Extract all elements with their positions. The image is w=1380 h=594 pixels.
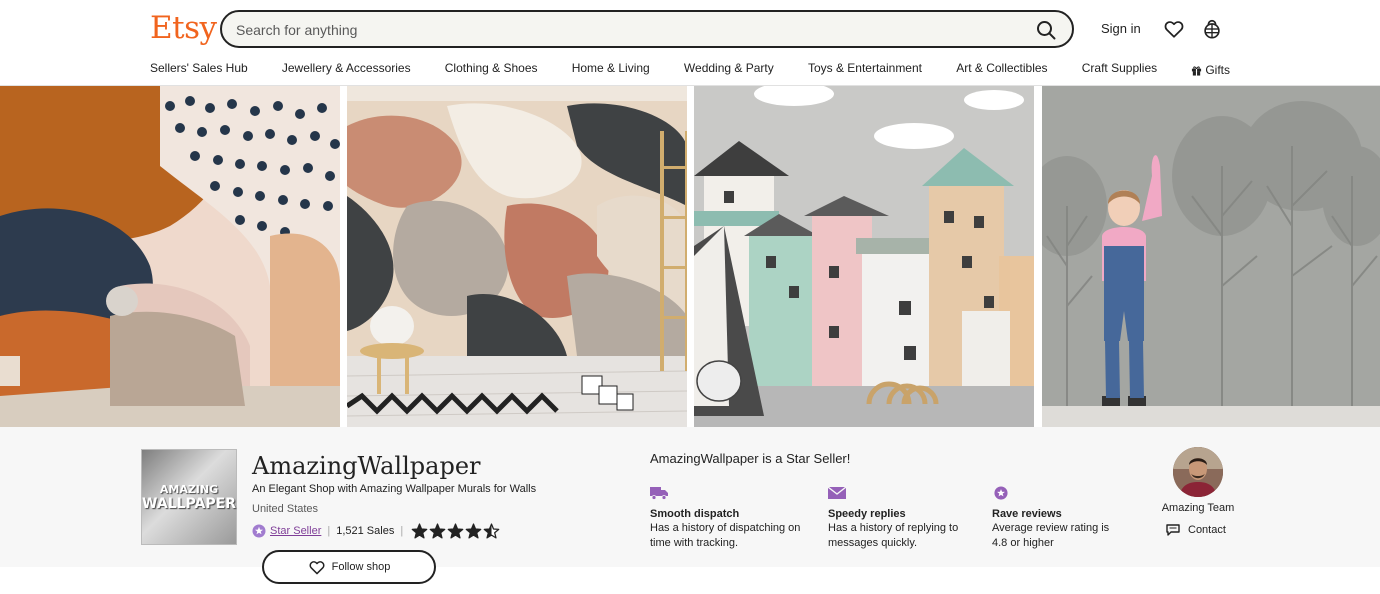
contact-label: Contact <box>1188 524 1226 536</box>
feature-rave-reviews: Rave reviews Average review rating is 4.… <box>992 486 1122 551</box>
contact-owner-button[interactable]: Contact <box>1166 524 1226 536</box>
feature-smooth-dispatch: Smooth dispatch Has a history of dispatc… <box>650 486 820 551</box>
banner-image-swirl-mural <box>347 86 687 427</box>
nav-item-art[interactable]: Art & Collectibles <box>956 61 1047 79</box>
heart-icon[interactable] <box>1163 18 1185 40</box>
feature-speedy-replies: Speedy replies Has a history of replying… <box>827 486 978 551</box>
feature-description: Has a history of replying to messages qu… <box>828 522 959 549</box>
star-full-icon <box>447 522 464 539</box>
star-full-icon <box>429 522 446 539</box>
search-input[interactable] <box>236 20 1016 40</box>
star-seller-badge-icon <box>252 524 266 538</box>
feature-description: Has a history of dispatching on time wit… <box>650 522 801 549</box>
follow-shop-button[interactable]: Follow shop <box>262 550 436 584</box>
nav-item-clothing[interactable]: Clothing & Shoes <box>445 61 538 79</box>
star-half-icon <box>483 522 500 539</box>
star-seller-heading: AmazingWallpaper is a Star Seller! <box>650 451 851 466</box>
feature-title: Smooth dispatch <box>650 508 740 520</box>
nav-item-sellers-hub[interactable]: Sellers' Sales Hub <box>150 61 248 79</box>
nav-item-gifts-label: Gifts <box>1205 63 1230 77</box>
nav-item-gifts[interactable]: Gifts <box>1191 61 1230 79</box>
star-seller-link[interactable]: Star Seller <box>270 525 321 537</box>
message-icon <box>827 486 847 499</box>
shop-stats: Star Seller | 1,521 Sales | <box>252 521 500 541</box>
banner-image-abstract-bedroom <box>0 86 340 427</box>
rating-stars[interactable] <box>411 522 500 540</box>
heart-icon <box>309 561 325 575</box>
etsy-logo[interactable]: Etsy <box>150 10 217 46</box>
nav-item-home-living[interactable]: Home & Living <box>572 61 650 79</box>
shop-owner-avatar[interactable] <box>1173 447 1223 497</box>
sign-in-link[interactable]: Sign in <box>1101 21 1141 36</box>
stats-divider: | <box>327 525 331 537</box>
shop-tagline: An Elegant Shop with Amazing Wallpaper M… <box>252 483 537 495</box>
shop-logo[interactable]: AMAZING WALLPAPER <box>141 449 237 545</box>
sales-count[interactable]: 1,521 Sales <box>336 525 394 537</box>
follow-shop-label: Follow shop <box>331 561 391 573</box>
banner-image-forest-mural <box>1042 86 1380 427</box>
shop-logo-line1: AMAZING <box>159 482 219 496</box>
cart-icon[interactable] <box>1201 18 1223 40</box>
shop-location: United States <box>252 503 319 515</box>
shop-logo-line2: WALLPAPER <box>142 495 236 512</box>
nav-item-toys[interactable]: Toys & Entertainment <box>808 61 922 79</box>
star-full-icon <box>411 522 428 539</box>
shop-banner <box>0 86 1380 427</box>
shop-name: AmazingWallpaper <box>252 452 481 480</box>
feature-title: Speedy replies <box>828 508 906 520</box>
nav-item-craft[interactable]: Craft Supplies <box>1082 61 1157 79</box>
feature-description: Average review rating is 4.8 or higher <box>992 522 1110 549</box>
star-badge-icon <box>994 486 1008 500</box>
nav-item-wedding[interactable]: Wedding & Party <box>684 61 774 79</box>
search-bar[interactable] <box>220 10 1074 48</box>
stats-divider: | <box>400 525 404 537</box>
avatar-image <box>1173 447 1223 497</box>
banner-image-houses-mural <box>694 86 1034 427</box>
site-header: Etsy Sign in Sellers' Sales Hub Jeweller… <box>0 0 1380 86</box>
category-nav: Sellers' Sales Hub Jewellery & Accessori… <box>150 61 1230 79</box>
gift-icon <box>1192 65 1202 76</box>
message-icon <box>1166 524 1180 536</box>
star-full-icon <box>465 522 482 539</box>
truck-icon <box>650 487 668 500</box>
nav-item-jewellery[interactable]: Jewellery & Accessories <box>282 61 411 79</box>
search-icon[interactable] <box>1036 20 1056 40</box>
shop-owner-name[interactable]: Amazing Team <box>1150 502 1246 514</box>
feature-title: Rave reviews <box>992 508 1062 520</box>
